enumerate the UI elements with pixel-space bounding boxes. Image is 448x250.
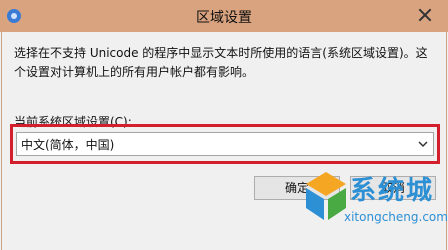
system-locale-dropdown[interactable]: 中文(简体，中国)	[16, 132, 434, 156]
watermark: 系统城 xitongcheng.com	[300, 168, 448, 248]
windows-logo-icon	[306, 172, 346, 220]
close-button[interactable]	[406, 2, 444, 28]
watermark-url: xitongcheng.com	[344, 210, 448, 224]
dropdown-selected-value: 中文(简体，中国)	[21, 138, 115, 152]
chevron-down-icon[interactable]	[417, 139, 429, 149]
window-title: 区域设置	[196, 10, 252, 26]
title-bar[interactable]: 区域设置	[0, 0, 448, 32]
watermark-brand: 系统城	[350, 176, 435, 206]
description-text: 选择在不支持 Unicode 的程序中显示文本时所使用的语言(系统区域设置)。这…	[14, 46, 428, 79]
